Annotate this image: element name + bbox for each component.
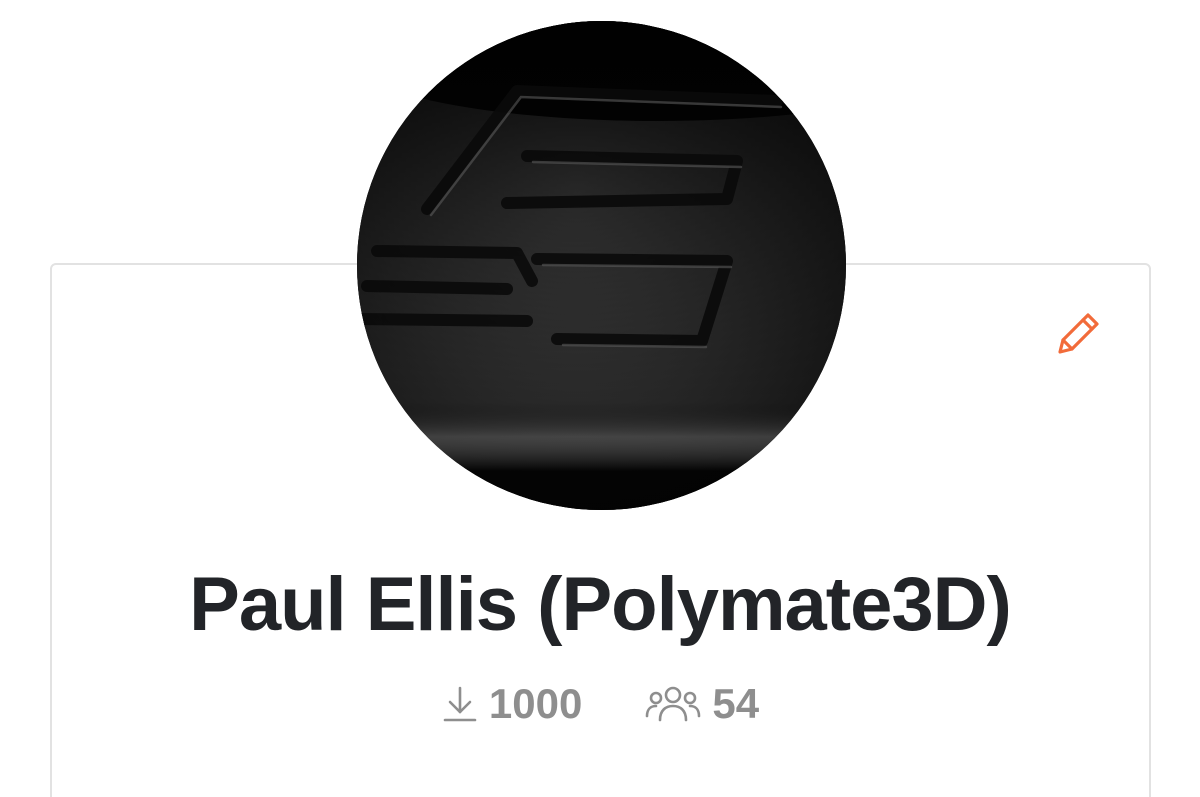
profile-stats: 1000 54 [0,680,1200,728]
polymate3d-logo [357,21,846,510]
profile-page: Paul Ellis (Polymate3D) 1000 54 [0,0,1200,797]
avatar[interactable] [357,21,846,510]
profile-name: Paul Ellis (Polymate3D) [189,562,1012,647]
followers-count: 54 [712,680,760,727]
pencil-icon [1052,308,1104,365]
downloads-stat: 1000 [441,680,582,728]
downloads-count: 1000 [488,680,583,727]
users-icon [644,684,702,724]
edit-profile-button[interactable] [1050,308,1106,364]
followers-stat[interactable]: 54 [644,680,759,728]
download-icon [441,684,479,724]
